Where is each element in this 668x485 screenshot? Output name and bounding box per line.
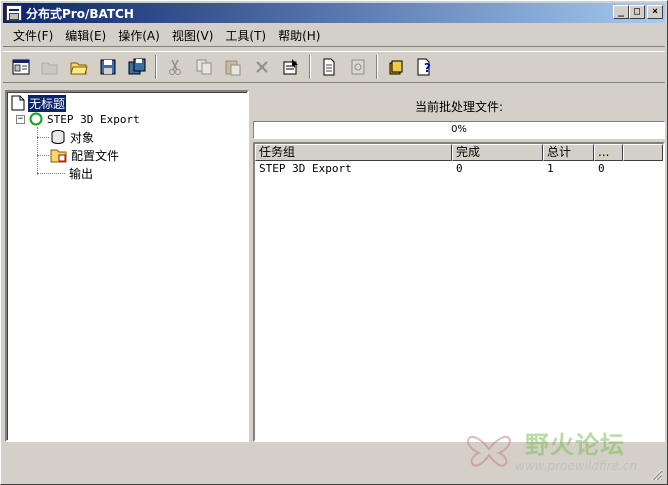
list-header: 任务组 完成 总计 ... [255,144,663,161]
minimize-button[interactable]: _ [613,5,629,19]
menu-file[interactable]: 文件(F) [7,25,59,46]
open-button[interactable] [38,55,62,79]
status-circle-icon [29,112,43,126]
delete-button[interactable] [250,55,274,79]
tree-pane[interactable]: 无标题 − STEP 3D Export 对象 配置文件 输出 [5,90,249,442]
document-button[interactable] [317,55,341,79]
butterfly-logo-icon [467,435,511,467]
toolbar-separator [155,55,157,79]
document-icon [11,95,25,111]
properties-button[interactable] [279,55,303,79]
properties-icon [283,59,298,75]
column-header-more[interactable]: ... [594,144,623,161]
cut-button[interactable] [163,55,187,79]
column-header-filler [623,144,663,161]
app-window: 分布式Pro/BATCH _ □ × 文件(F) 编辑(E) 操作(A) 视图(… [0,0,668,485]
toolbar: ? [3,51,665,83]
settings-button[interactable] [346,55,370,79]
window-controls: _ □ × [613,5,663,19]
progress-text: 0% [451,124,467,135]
menu-help[interactable]: 帮助(H) [272,25,326,46]
tree-task-label[interactable]: STEP 3D Export [47,113,140,126]
svg-text:?: ? [424,61,431,75]
window-title: 分布式Pro/BATCH [26,6,134,21]
object-cylinder-icon [51,130,65,144]
batch-pane: 当前批处理文件: 0% 任务组 完成 总计 ... STEP 3D Export… [253,90,665,442]
copy-button[interactable] [192,55,216,79]
menu-tools[interactable]: 工具(T) [219,25,272,46]
new-database-button[interactable] [9,55,33,79]
tree-root-label[interactable]: 无标题 [28,94,67,112]
watermark-url: www.proewildfire.cn [515,459,637,473]
save-icon [100,59,116,75]
document-icon [323,58,335,76]
tree-output-label[interactable]: 输出 [69,165,93,182]
tree-line [37,137,49,138]
copy-icon [196,59,212,75]
close-button[interactable]: × [647,5,663,19]
menu-action[interactable]: 操作(A) [112,25,166,46]
tree-line [37,127,38,175]
books-button[interactable] [384,55,408,79]
cut-icon [169,59,181,75]
save-all-icon [128,58,146,75]
table-row[interactable]: STEP 3D Export 0 1 0 [255,161,663,177]
progress-bar: 0% [253,121,665,139]
help-icon: ? [417,58,431,76]
tree-item-output[interactable]: 输出 [69,164,93,182]
maximize-button[interactable]: □ [629,5,645,19]
tree-config-label[interactable]: 配置文件 [71,147,119,164]
column-header-done[interactable]: 完成 [452,144,543,161]
save-all-button[interactable] [125,55,149,79]
new-database-icon [12,59,30,75]
paste-button[interactable] [221,55,245,79]
watermark: 野火论坛 www.proewildfire.cn [459,419,659,481]
config-folder-icon [50,149,67,163]
column-header-task-group[interactable]: 任务组 [255,144,452,161]
toolbar-separator [309,55,311,79]
menu-bar: 文件(F) 编辑(E) 操作(A) 视图(V) 工具(T) 帮助(H) [3,25,665,47]
tree-item-object[interactable]: 对象 [50,128,94,146]
collapse-icon[interactable]: − [16,115,25,124]
open-file-button[interactable] [67,55,91,79]
toolbar-separator [376,55,378,79]
help-button[interactable]: ? [413,55,437,79]
tree-line [37,155,49,156]
cell-done: 0 [456,162,463,175]
tree-line [37,173,65,174]
settings-icon [351,59,365,75]
delete-icon [256,61,268,73]
app-icon[interactable] [6,5,22,21]
cell-task-group: STEP 3D Export [259,162,352,175]
current-batch-label: 当前批处理文件: [414,100,504,114]
cell-more: 0 [598,162,605,175]
watermark-title: 野火论坛 [525,431,625,459]
books-icon [389,60,403,75]
save-button[interactable] [96,55,120,79]
task-list[interactable]: 任务组 完成 总计 ... STEP 3D Export 0 1 0 [253,142,665,442]
menu-edit[interactable]: 编辑(E) [59,25,112,46]
paste-icon [225,60,241,76]
open-folder-yellow-icon [70,62,88,75]
tree-object-label[interactable]: 对象 [70,129,94,146]
column-header-total[interactable]: 总计 [543,144,594,161]
title-bar[interactable]: 分布式Pro/BATCH _ □ × [3,3,665,23]
tree-item-config[interactable]: 配置文件 [50,146,119,164]
tree-item-task[interactable]: STEP 3D Export [29,110,140,128]
open-folder-icon [41,62,58,75]
cell-total: 1 [547,162,554,175]
menu-view[interactable]: 视图(V) [166,25,220,46]
